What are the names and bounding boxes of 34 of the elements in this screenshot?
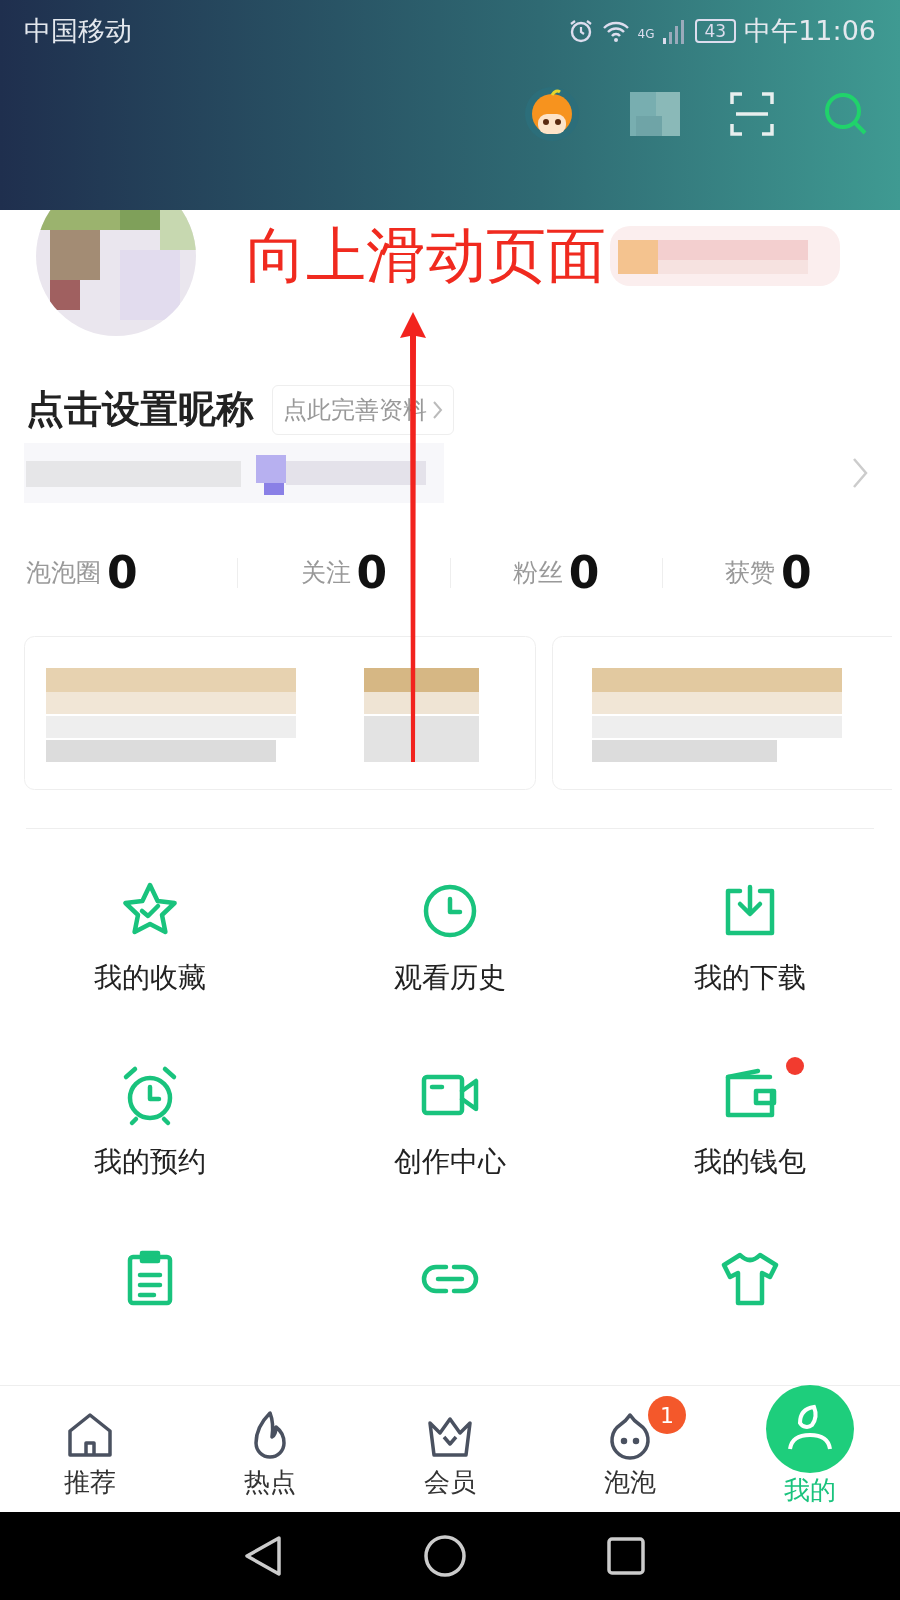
feature-label: 我的下载 bbox=[694, 960, 806, 996]
feature-label: 我的钱包 bbox=[694, 1144, 806, 1180]
nickname[interactable]: 点击设置昵称 bbox=[26, 384, 254, 435]
tab[interactable]: 推荐 bbox=[0, 1386, 180, 1512]
stat-label: 关注 bbox=[300, 557, 351, 589]
stat-value[interactable]: 0 bbox=[107, 547, 138, 598]
tab[interactable]: 热点 bbox=[180, 1386, 360, 1512]
stat-label: 获赞 bbox=[725, 557, 776, 589]
stat-value[interactable]: 0 bbox=[568, 547, 600, 598]
recent-apps-icon[interactable] bbox=[607, 1537, 645, 1575]
notification-dot bbox=[786, 1057, 804, 1075]
wifi-icon bbox=[601, 19, 630, 43]
feature-label: 观看历史 bbox=[394, 960, 506, 996]
clock-time: 中午11:06 bbox=[744, 14, 876, 48]
feature-label: 我的收藏 bbox=[94, 960, 206, 996]
scan-icon[interactable] bbox=[728, 90, 776, 138]
feature-label: 创作中心 bbox=[394, 1144, 506, 1180]
stat-label: 粉丝 bbox=[512, 557, 563, 589]
battery-level: 43 bbox=[694, 19, 737, 43]
network-type: 4G bbox=[637, 27, 655, 41]
back-icon[interactable] bbox=[243, 1534, 283, 1578]
stat-label: 泡泡圈 bbox=[26, 557, 101, 589]
stat-value[interactable]: 0 bbox=[781, 547, 812, 598]
tab[interactable]: 会员 bbox=[360, 1386, 540, 1512]
feature-label: 我的预约 bbox=[94, 1144, 206, 1180]
stat-value[interactable]: 0 bbox=[356, 547, 388, 598]
tab[interactable]: 1 泡泡 bbox=[540, 1386, 720, 1512]
annotation-text: 向上滑动页面 bbox=[246, 218, 606, 292]
carrier-name: 中国移动 bbox=[24, 14, 132, 48]
notification-badge: 1 bbox=[648, 1396, 686, 1434]
signal-icon bbox=[662, 18, 687, 44]
chevron-icon bbox=[433, 400, 443, 419]
chevron-icon[interactable] bbox=[852, 457, 868, 489]
home-button-icon[interactable] bbox=[423, 1534, 467, 1578]
